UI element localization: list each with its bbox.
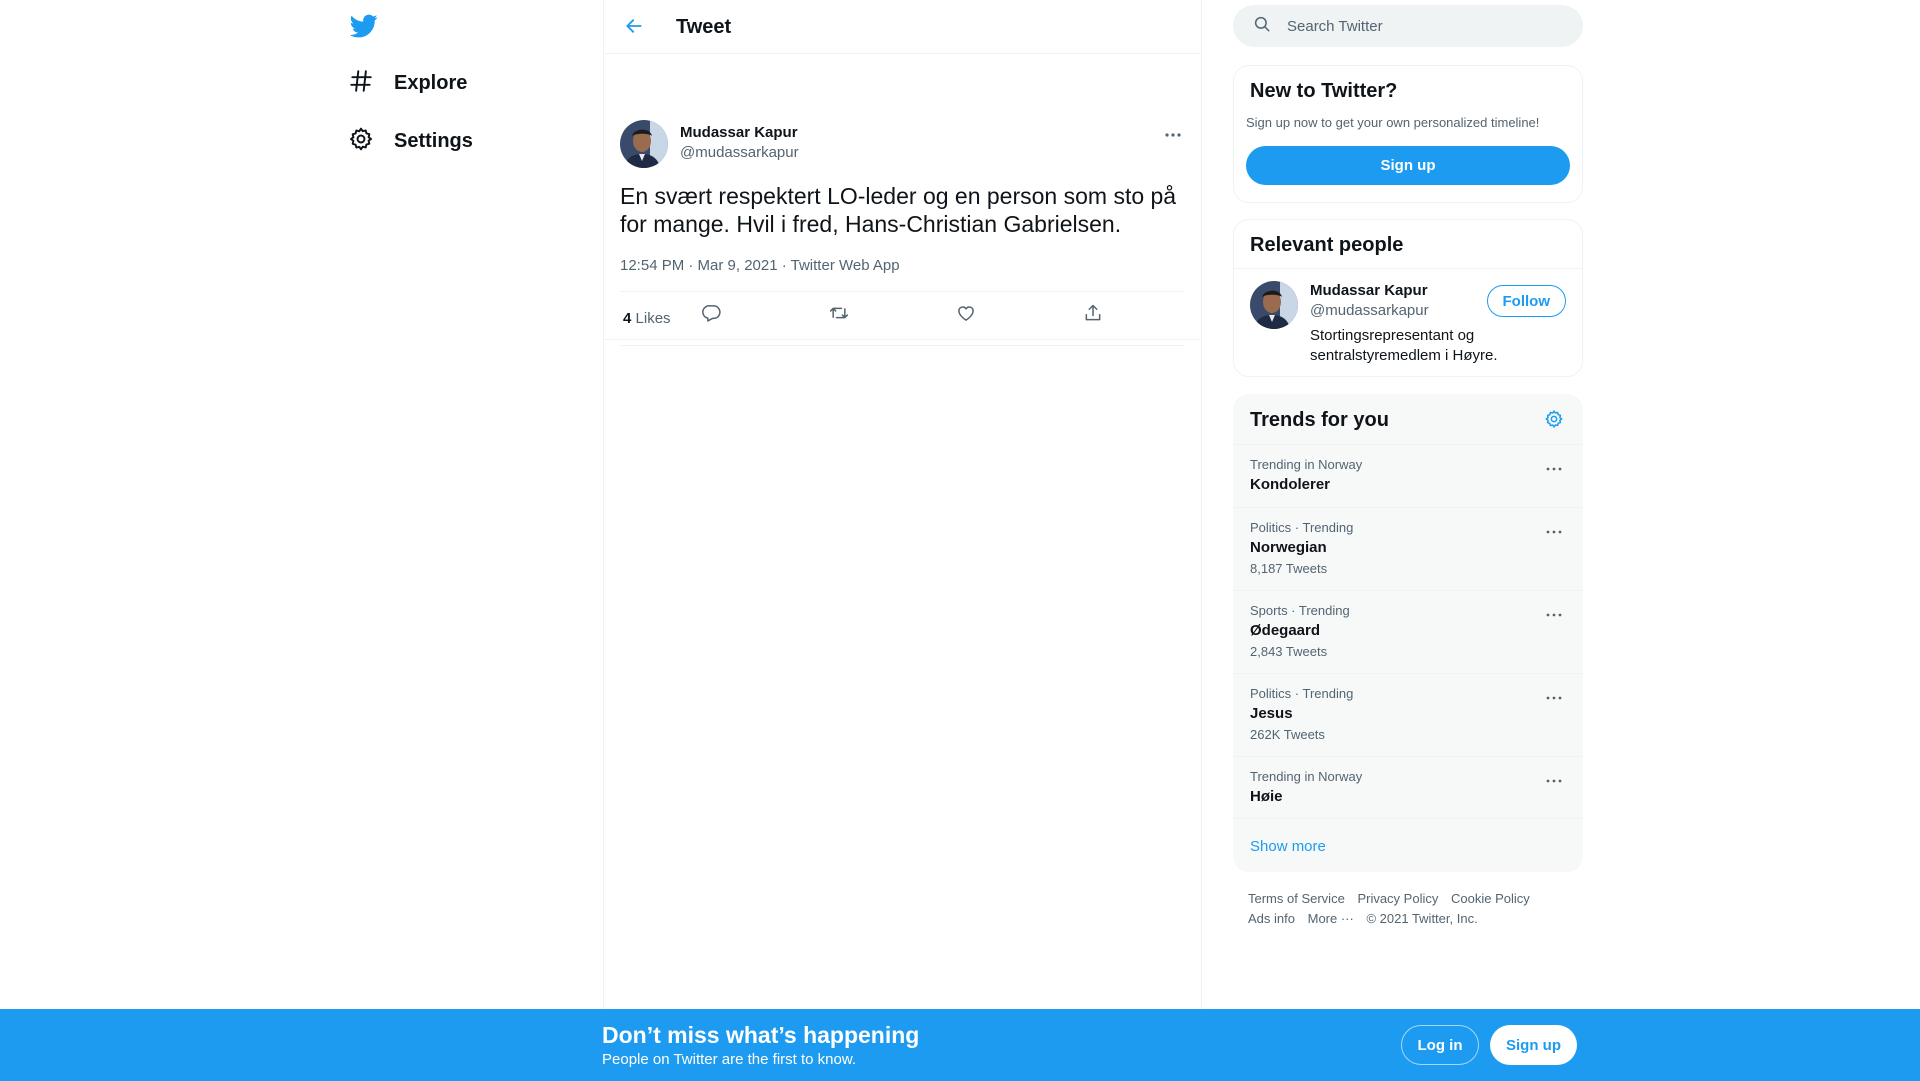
share-icon — [1083, 303, 1103, 328]
person-name[interactable]: Mudassar Kapur — [1310, 282, 1428, 299]
trend-name: Norwegian — [1250, 539, 1327, 556]
search-icon — [1233, 15, 1271, 38]
tweet-actions — [604, 292, 1201, 339]
nav-explore-label: Explore — [394, 71, 468, 94]
follow-button[interactable]: Follow — [1486, 285, 1566, 317]
trend-item[interactable]: Sports · Trending Ødegaard 2,843 Tweets — [1234, 590, 1582, 673]
twitter-bird-icon[interactable] — [348, 12, 380, 40]
nav-settings[interactable]: Settings — [348, 117, 473, 165]
login-button[interactable]: Log in — [1401, 1025, 1479, 1065]
footer-links: Terms of Service Privacy Policy Cookie P… — [1248, 889, 1568, 929]
signup-banner: Don’t miss what’s happening People on Tw… — [0, 1009, 1920, 1081]
new-to-twitter-card: New to Twitter? Sign up now to get your … — [1233, 65, 1583, 203]
trend-category: Sports · Trending — [1250, 603, 1350, 618]
trend-count: 8,187 Tweets — [1250, 561, 1328, 576]
banner-headline: Don’t miss what’s happening — [602, 1022, 920, 1048]
trends-title: Trends for you — [1250, 409, 1389, 431]
tweet-author-handle[interactable]: @mudassarkapur — [680, 144, 799, 161]
signup-button[interactable]: Sign up — [1246, 146, 1570, 185]
trend-item[interactable]: Politics · Trending Norwegian 8,187 Twee… — [1234, 507, 1582, 590]
trend-item[interactable]: Trending in Norway Kondolerer — [1234, 444, 1582, 507]
more-dots-icon — [1546, 458, 1562, 476]
avatar[interactable] — [620, 120, 668, 168]
trend-category: Trending in Norway — [1250, 457, 1363, 472]
trend-count: 2,843 Tweets — [1250, 644, 1328, 659]
reply-icon — [702, 303, 722, 328]
relevant-people-card: Relevant people Mudassar Kapur @mudassar… — [1233, 219, 1583, 377]
retweet-icon — [828, 303, 850, 328]
footer-link-terms[interactable]: Terms of Service — [1248, 889, 1345, 909]
page-title: Tweet — [676, 16, 732, 38]
trend-name: Kondolerer — [1250, 476, 1331, 493]
avatar[interactable] — [1250, 281, 1298, 329]
trend-name: Ødegaard — [1250, 622, 1321, 639]
trend-item[interactable]: Trending in Norway Høie — [1234, 756, 1582, 819]
trend-name: Jesus — [1250, 705, 1293, 722]
trend-more-button[interactable] — [1542, 684, 1566, 708]
more-dots-icon — [1164, 125, 1182, 143]
banner-subline: People on Twitter are the first to know. — [602, 1051, 857, 1068]
copyright: © 2021 Twitter, Inc. — [1366, 911, 1478, 926]
tweet-author-name[interactable]: Mudassar Kapur — [680, 124, 798, 141]
gear-icon — [1544, 409, 1564, 434]
person-handle[interactable]: @mudassarkapur — [1310, 302, 1429, 319]
more-dots-icon — [1546, 521, 1562, 539]
trend-count: 262K Tweets — [1250, 727, 1325, 742]
gear-icon — [348, 126, 374, 157]
search-input[interactable] — [1287, 17, 1557, 35]
show-more-link[interactable]: Show more — [1250, 838, 1326, 855]
nav-explore[interactable]: Explore — [348, 59, 467, 107]
trend-name: Høie — [1250, 788, 1283, 805]
like-button[interactable] — [946, 296, 986, 336]
tweet-more-button[interactable] — [1161, 122, 1185, 146]
new-to-twitter-subtitle: Sign up now to get your own personalized… — [1246, 115, 1540, 130]
trend-more-button[interactable] — [1542, 767, 1566, 791]
more-dots-icon — [1546, 687, 1562, 705]
back-button[interactable] — [620, 14, 648, 42]
footer-link-ads[interactable]: Ads info — [1248, 909, 1295, 929]
trend-more-button[interactable] — [1542, 455, 1566, 479]
footer-link-cookie[interactable]: Cookie Policy — [1451, 889, 1530, 909]
footer-link-more[interactable]: More ··· — [1308, 909, 1354, 929]
tweet-header: Tweet — [604, 0, 1201, 54]
trend-category: Politics · Trending — [1250, 520, 1354, 535]
banner-signup-button[interactable]: Sign up — [1490, 1025, 1577, 1065]
hashtag-icon — [348, 68, 374, 99]
trend-more-button[interactable] — [1542, 518, 1566, 542]
main-column: Tweet Mudassar Kapur @mudassarkapur En s… — [603, 0, 1202, 1081]
share-button[interactable] — [1073, 296, 1113, 336]
nav-settings-label: Settings — [394, 129, 473, 152]
relevant-people-title: Relevant people — [1250, 234, 1404, 256]
trend-category: Politics · Trending — [1250, 686, 1354, 701]
more-dots-icon — [1546, 604, 1562, 622]
trends-card: Trends for you Trending in Norway Kondol… — [1233, 394, 1583, 872]
divider — [1234, 268, 1582, 269]
trend-category: Trending in Norway — [1250, 769, 1363, 784]
trend-item[interactable]: Politics · Trending Jesus 262K Tweets — [1234, 673, 1582, 756]
more-dots-icon — [1546, 770, 1562, 788]
reply-button[interactable] — [692, 296, 732, 336]
trend-more-button[interactable] — [1542, 601, 1566, 625]
divider — [620, 345, 1185, 346]
like-icon — [956, 303, 976, 328]
trends-settings-button[interactable] — [1542, 409, 1566, 433]
retweet-button[interactable] — [819, 296, 859, 336]
new-to-twitter-title: New to Twitter? — [1250, 80, 1398, 102]
search-box[interactable] — [1233, 5, 1583, 47]
person-bio: Stortingsrepresentant og sentralstyremed… — [1310, 327, 1498, 364]
tweet-meta[interactable]: 12:54 PM · Mar 9, 2021 · Twitter Web App — [620, 257, 900, 274]
tweet-text: En svært respektert LO-leder og en perso… — [620, 183, 1177, 237]
arrow-left-icon — [624, 16, 644, 41]
divider — [604, 339, 1201, 340]
footer-link-privacy[interactable]: Privacy Policy — [1357, 889, 1438, 909]
